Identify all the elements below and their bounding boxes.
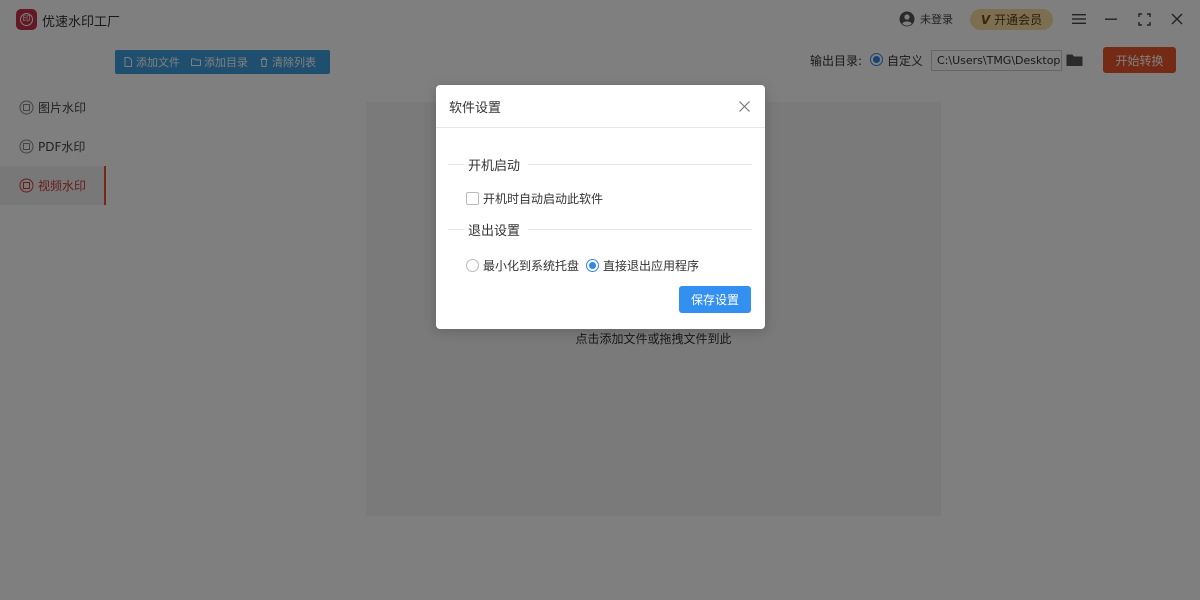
auto-start-option[interactable]: 开机时自动启动此软件: [466, 190, 603, 207]
dialog-close-icon[interactable]: [735, 97, 753, 115]
minimize-to-tray-radio[interactable]: [466, 259, 479, 272]
exit-app-radio[interactable]: [586, 259, 599, 272]
minimize-to-tray-label: 最小化到系统托盘: [483, 259, 580, 273]
minimize-to-tray-option[interactable]: 最小化到系统托盘: [466, 257, 579, 274]
auto-start-label: 开机时自动启动此软件: [483, 192, 604, 206]
auto-start-checkbox[interactable]: [466, 192, 479, 205]
startup-section-header: 开机启动: [448, 155, 752, 174]
dialog-header: 软件设置: [436, 85, 765, 128]
exit-section-header: 退出设置: [448, 220, 752, 239]
save-settings-button[interactable]: 保存设置: [679, 286, 751, 313]
startup-section-label: 开机启动: [468, 158, 521, 174]
exit-app-label: 直接退出应用程序: [603, 259, 700, 273]
settings-dialog: 软件设置 开机启动 开机时自动启动此软件 退出设置 最小化到系统托盘 直接退出应…: [436, 85, 765, 329]
dialog-title: 软件设置: [449, 101, 502, 116]
exit-section-label: 退出设置: [468, 223, 521, 239]
exit-app-option[interactable]: 直接退出应用程序: [586, 257, 699, 274]
